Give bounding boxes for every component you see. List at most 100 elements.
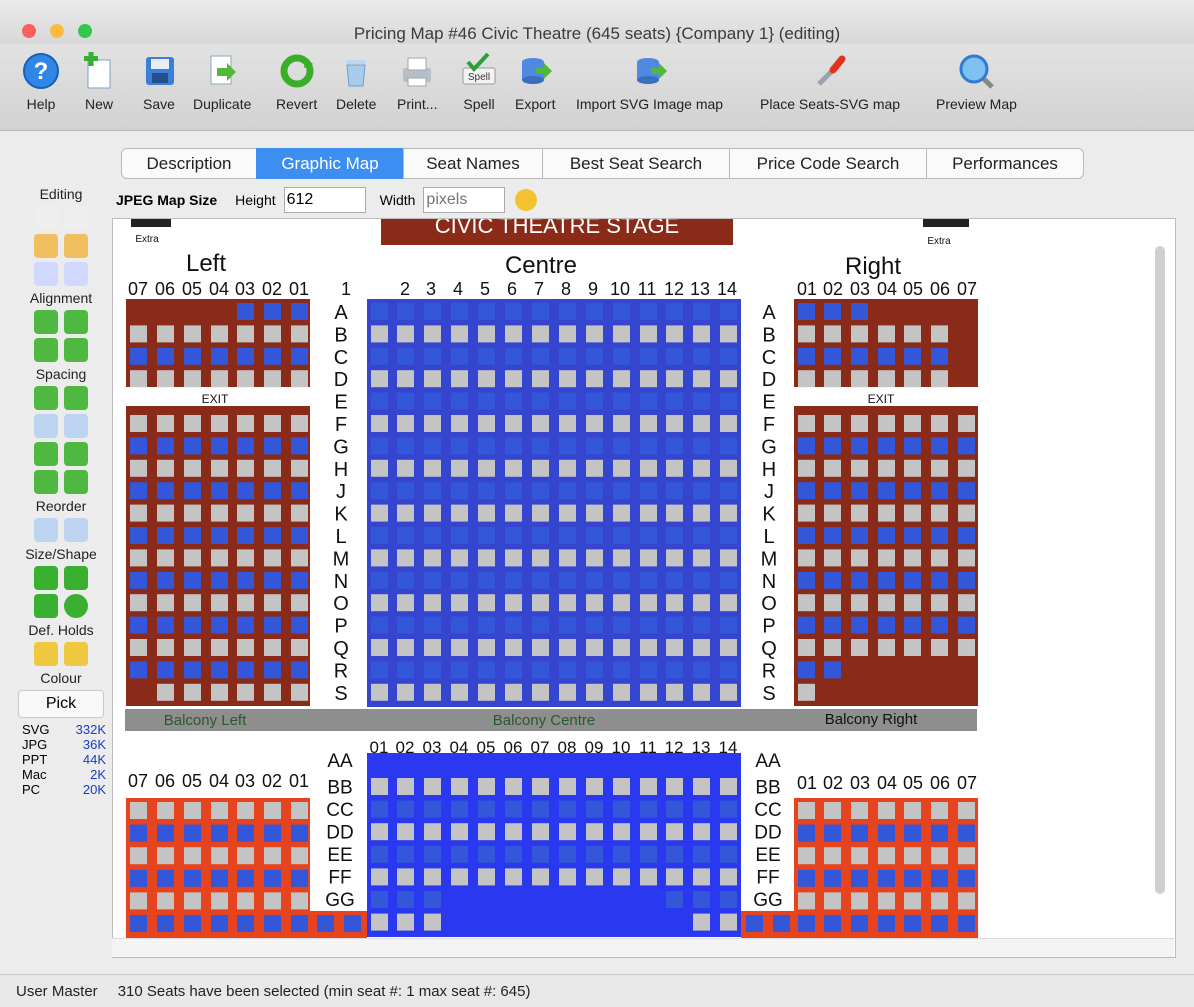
flat-square-icon[interactable] <box>34 594 58 618</box>
seat-centre[interactable] <box>693 527 710 544</box>
seat-right[interactable] <box>904 549 921 567</box>
seat-centre[interactable] <box>451 527 468 544</box>
seat-left[interactable] <box>237 504 254 522</box>
seat-centre[interactable] <box>586 415 603 432</box>
seat-centre[interactable] <box>559 571 576 589</box>
seat-left[interactable] <box>237 639 254 656</box>
seat-centre[interactable] <box>613 347 630 365</box>
seat-centre[interactable] <box>640 459 657 477</box>
seat-centre[interactable] <box>586 347 603 365</box>
seat-centre[interactable] <box>371 549 388 567</box>
seat-balcony-centre[interactable] <box>424 823 441 841</box>
seat-balcony-right[interactable] <box>851 847 868 865</box>
seat-balcony-centre[interactable] <box>666 868 683 886</box>
seat-centre[interactable] <box>613 504 630 522</box>
seat-centre[interactable] <box>505 616 522 634</box>
seat-right[interactable] <box>851 415 868 432</box>
seat-left[interactable] <box>237 415 254 432</box>
seat-left[interactable] <box>211 549 228 567</box>
seat-centre[interactable] <box>532 459 549 477</box>
seat-centre[interactable] <box>666 616 683 634</box>
vertical-scrollbar[interactable] <box>1155 246 1165 894</box>
seat-right[interactable] <box>798 639 815 656</box>
seat-centre[interactable] <box>720 482 737 500</box>
sort-alpha-icon[interactable] <box>34 518 58 542</box>
seat-left[interactable] <box>130 504 147 522</box>
seat-right[interactable] <box>904 370 921 388</box>
seat-centre[interactable] <box>424 392 441 410</box>
seat-centre[interactable] <box>613 661 630 679</box>
seat-balcony-left[interactable] <box>291 802 308 819</box>
seat-left[interactable] <box>237 683 254 701</box>
seat-centre[interactable] <box>397 661 414 679</box>
seat-left[interactable] <box>157 661 174 679</box>
seat-centre[interactable] <box>451 594 468 612</box>
seat-centre[interactable] <box>478 415 495 432</box>
seat-centre[interactable] <box>532 347 549 365</box>
seat-centre[interactable] <box>693 639 710 656</box>
tab-performances[interactable]: Performances <box>926 148 1084 179</box>
seat-right[interactable] <box>824 616 841 634</box>
seat-centre[interactable] <box>666 392 683 410</box>
seat-left[interactable] <box>291 571 308 589</box>
seat-centre[interactable] <box>559 459 576 477</box>
seat-left[interactable] <box>264 549 281 567</box>
seat-left[interactable] <box>237 303 254 320</box>
seat-centre[interactable] <box>640 504 657 522</box>
seat-centre[interactable] <box>532 303 549 320</box>
seat-balcony-left[interactable] <box>237 847 254 865</box>
rotate-right-90-icon[interactable] <box>64 470 88 494</box>
seat-left[interactable] <box>211 616 228 634</box>
seat-balcony-centre[interactable] <box>371 868 388 886</box>
seat-balcony-centre[interactable] <box>532 778 549 795</box>
seat-centre[interactable] <box>693 661 710 679</box>
seat-right[interactable] <box>878 527 895 544</box>
seat-centre[interactable] <box>424 459 441 477</box>
seat-centre[interactable] <box>424 437 441 455</box>
seat-centre[interactable] <box>613 415 630 432</box>
seat-balcony-left-extra[interactable] <box>211 915 228 932</box>
seat-left[interactable] <box>291 459 308 477</box>
seat-right[interactable] <box>958 616 975 634</box>
seat-right[interactable] <box>904 482 921 500</box>
seat-balcony-left[interactable] <box>291 869 308 887</box>
seat-centre[interactable] <box>720 594 737 612</box>
paint-palette-alt-icon[interactable] <box>64 234 88 258</box>
seat-centre[interactable] <box>720 347 737 365</box>
seat-right[interactable] <box>824 415 841 432</box>
seat-balcony-right[interactable] <box>904 869 921 887</box>
seat-balcony-right-extra[interactable] <box>773 915 790 932</box>
seat-centre[interactable] <box>640 616 657 634</box>
seat-right[interactable] <box>878 347 895 365</box>
seat-centre[interactable] <box>693 571 710 589</box>
seat-right[interactable] <box>798 549 815 567</box>
seat-left[interactable] <box>237 527 254 544</box>
seat-right[interactable] <box>931 459 948 477</box>
seat-balcony-right-extra[interactable] <box>851 915 868 932</box>
seat-right[interactable] <box>904 437 921 455</box>
hold-remove-icon[interactable] <box>64 642 88 666</box>
seat-left[interactable] <box>291 303 308 320</box>
seat-centre[interactable] <box>505 594 522 612</box>
seat-centre[interactable] <box>693 437 710 455</box>
seat-centre[interactable] <box>586 683 603 701</box>
seat-centre[interactable] <box>397 527 414 544</box>
align-left-icon[interactable] <box>34 338 58 362</box>
seat-centre[interactable] <box>586 325 603 343</box>
seat-balcony-centre[interactable] <box>478 800 495 818</box>
seat-centre[interactable] <box>720 370 737 388</box>
seat-centre[interactable] <box>371 370 388 388</box>
seat-centre[interactable] <box>640 325 657 343</box>
seat-left[interactable] <box>291 347 308 365</box>
seat-left[interactable] <box>211 415 228 432</box>
seat-left[interactable] <box>184 370 201 388</box>
seat-centre[interactable] <box>613 571 630 589</box>
seat-balcony-right[interactable] <box>904 892 921 910</box>
seat-centre[interactable] <box>532 527 549 544</box>
seat-balcony-left[interactable] <box>291 824 308 842</box>
seat-right[interactable] <box>851 504 868 522</box>
seat-centre[interactable] <box>693 459 710 477</box>
seat-left[interactable] <box>157 482 174 500</box>
seat-balcony-centre[interactable] <box>478 868 495 886</box>
seat-centre[interactable] <box>505 415 522 432</box>
